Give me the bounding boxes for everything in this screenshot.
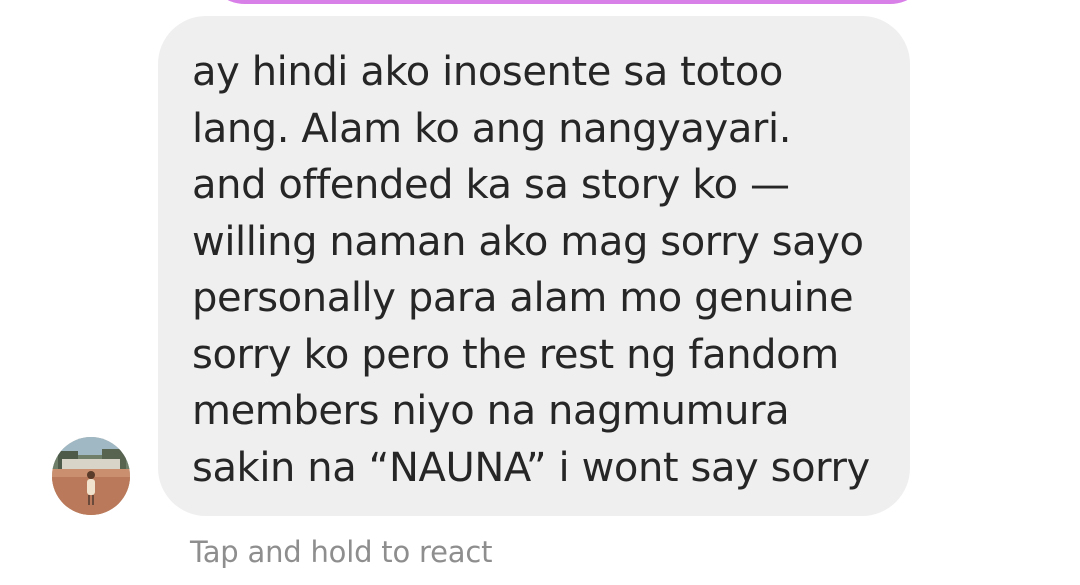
tap-and-hold-hint: Tap and hold to react: [190, 535, 493, 569]
incoming-message-bubble[interactable]: ay hindi ako inosente sa totoo lang. Ala…: [158, 16, 910, 516]
previous-sent-message-bubble[interactable]: [205, 0, 930, 4]
incoming-message-text: ay hindi ako inosente sa totoo lang. Ala…: [192, 49, 870, 491]
sender-avatar[interactable]: [52, 437, 130, 515]
avatar-photo-icon: [52, 437, 130, 515]
